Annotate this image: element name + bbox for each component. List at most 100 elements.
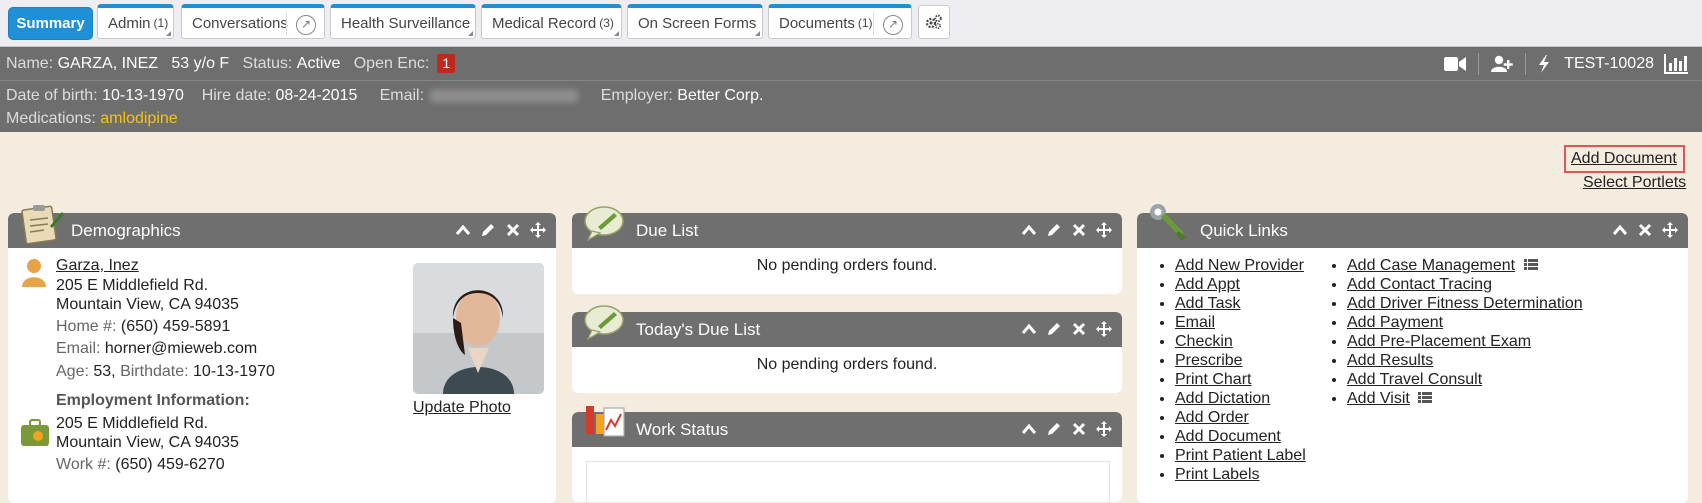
tab-label: Health Surveillance — [341, 14, 471, 32]
quick-link[interactable]: Add Payment — [1347, 314, 1443, 331]
quick-link[interactable]: Add Appt — [1175, 276, 1240, 293]
move-icon[interactable] — [1096, 321, 1112, 337]
patient-name-link[interactable]: Garza, Inez — [56, 257, 139, 274]
bar-chart-icon[interactable] — [1664, 53, 1688, 74]
dob-value: 10-13-1970 — [102, 87, 184, 104]
quick-link[interactable]: Add Order — [1175, 409, 1249, 426]
patient-photo — [413, 263, 544, 394]
quick-link[interactable]: Add Pre-Placement Exam — [1347, 333, 1531, 350]
popout-icon[interactable]: ↗ — [296, 15, 316, 35]
tab-medical-record[interactable]: Medical Record (3) — [481, 4, 622, 39]
collapse-icon[interactable] — [455, 222, 471, 238]
tab-conversations[interactable]: Conversations ↗ — [181, 4, 325, 39]
quick-link[interactable]: Add Contact Tracing — [1347, 276, 1492, 293]
list-item: Add Contact Tracing — [1347, 275, 1583, 294]
close-icon[interactable] — [1637, 222, 1653, 238]
edit-pencil-icon[interactable] — [1046, 421, 1062, 437]
list-item: Add Driver Fitness Determination — [1347, 294, 1583, 313]
collapse-icon[interactable] — [1612, 222, 1628, 238]
tab-admin[interactable]: Admin (1) — [97, 4, 174, 39]
quick-link[interactable]: Checkin — [1175, 333, 1233, 350]
list-item: Print Labels — [1175, 465, 1323, 484]
collapse-icon[interactable] — [1021, 222, 1037, 238]
quick-link[interactable]: Add Task — [1175, 295, 1241, 312]
banner-actions: TEST-10028 — [1444, 47, 1688, 80]
tab-corner-icon — [614, 31, 619, 36]
portlet-header[interactable]: Work Status — [572, 412, 1122, 447]
medication-value[interactable]: amlodipine — [100, 110, 177, 127]
tab-label: On Screen Forms — [638, 14, 757, 32]
list-item: Prescribe — [1175, 351, 1323, 370]
portlet-controls — [1021, 421, 1112, 437]
video-camera-icon[interactable] — [1444, 56, 1467, 72]
briefcase-icon — [21, 419, 49, 446]
tab-health-surveillance[interactable]: Health Surveillance — [330, 4, 476, 39]
move-icon[interactable] — [1096, 421, 1112, 437]
portlet-controls — [1612, 222, 1678, 238]
work-status-portlet: Work Status — [572, 412, 1122, 502]
list-item: Add Appt — [1175, 275, 1323, 294]
patient-status: Active — [296, 54, 341, 72]
patient-details: Date of birth: 10-13-1970 Hire date: 08-… — [0, 80, 1702, 132]
gears-icon — [925, 14, 942, 30]
portlet-controls — [1021, 321, 1112, 337]
tab-on-screen-forms[interactable]: On Screen Forms — [627, 4, 763, 39]
popout-icon[interactable]: ↗ — [883, 15, 903, 35]
close-icon[interactable] — [1071, 421, 1087, 437]
list-menu-icon[interactable] — [1523, 259, 1538, 270]
email-label: Email: — [56, 340, 101, 357]
lightning-icon[interactable] — [1538, 54, 1550, 73]
portlet-header[interactable]: Quick Links — [1137, 213, 1688, 248]
quick-link[interactable]: Add Case Management — [1347, 257, 1515, 274]
wrench-icon — [1150, 204, 1186, 241]
list-item: Add Pre-Placement Exam — [1347, 332, 1583, 351]
edit-pencil-icon[interactable] — [1046, 321, 1062, 337]
collapse-icon[interactable] — [1021, 321, 1037, 337]
quick-link[interactable]: Add Driver Fitness Determination — [1347, 295, 1583, 312]
tab-count: (1) — [153, 16, 169, 30]
tab-settings-gear[interactable] — [918, 5, 950, 39]
tab-summary[interactable]: Summary — [8, 7, 93, 40]
empty-message: No pending orders found. — [756, 356, 938, 373]
quick-link[interactable]: Add Visit — [1347, 390, 1410, 407]
close-icon[interactable] — [1071, 321, 1087, 337]
tab-documents[interactable]: Documents (1) ↗ — [768, 4, 912, 39]
quick-link[interactable]: Add Document — [1175, 428, 1281, 445]
quick-link[interactable]: Print Labels — [1175, 466, 1260, 483]
list-item: Add Dictation — [1175, 389, 1323, 408]
list-item: Print Patient Label — [1175, 446, 1323, 465]
account-number: TEST-10028 — [1564, 54, 1654, 72]
add-document-link[interactable]: Add Document — [1571, 150, 1677, 168]
quick-link[interactable]: Add Results — [1347, 352, 1433, 369]
home-phone: (650) 459-5891 — [120, 317, 231, 335]
move-icon[interactable] — [1096, 222, 1112, 238]
clipboard-icon — [21, 205, 64, 244]
move-icon[interactable] — [530, 222, 546, 238]
select-portlets-link[interactable]: Select Portlets — [1583, 174, 1686, 192]
quick-link[interactable]: Add Dictation — [1175, 390, 1270, 407]
patient-banner: Name: GARZA, INEZ 53 y/o F Status: Activ… — [0, 47, 1702, 80]
email-redacted — [428, 88, 579, 103]
quick-link[interactable]: Email — [1175, 314, 1215, 331]
edit-pencil-icon[interactable] — [480, 222, 496, 238]
work-label: Work #: — [56, 455, 111, 473]
move-icon[interactable] — [1662, 222, 1678, 238]
tab-bar: Summary Admin (1) Conversations ↗ Health… — [0, 0, 1702, 47]
open-enc-badge[interactable]: 1 — [437, 54, 456, 73]
quick-link[interactable]: Add Travel Consult — [1347, 371, 1482, 388]
quick-link[interactable]: Add New Provider — [1175, 257, 1304, 274]
quick-link[interactable]: Print Chart — [1175, 371, 1251, 388]
edit-pencil-icon[interactable] — [1046, 222, 1062, 238]
portlet-header[interactable]: Today's Due List — [572, 312, 1122, 347]
close-icon[interactable] — [1071, 222, 1087, 238]
list-menu-icon[interactable] — [1418, 392, 1433, 403]
quick-link[interactable]: Prescribe — [1175, 352, 1243, 369]
collapse-icon[interactable] — [1021, 421, 1037, 437]
update-photo-link[interactable]: Update Photo — [413, 399, 511, 417]
portlet-header[interactable]: Demographics — [8, 213, 556, 248]
close-icon[interactable] — [505, 222, 521, 238]
portlet-header[interactable]: Due List — [572, 213, 1122, 248]
add-user-icon[interactable] — [1491, 55, 1513, 73]
quick-link[interactable]: Print Patient Label — [1175, 447, 1306, 464]
employer-value: Better Corp. — [677, 87, 764, 104]
